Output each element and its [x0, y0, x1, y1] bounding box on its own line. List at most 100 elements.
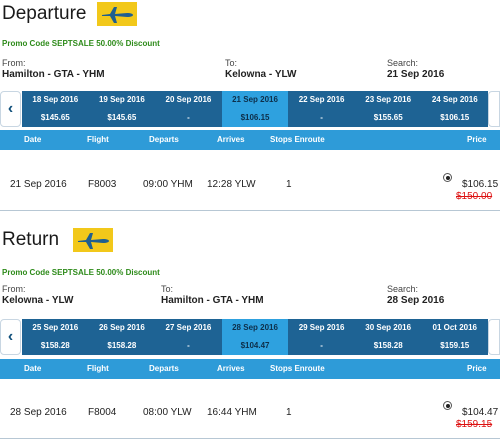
- date-price: $145.65: [107, 113, 137, 122]
- date-selector: ‹ 18 Sep 2016 $145.65 19 Sep 2016 $145.65 …: [0, 91, 500, 127]
- to-label: To:: [225, 58, 238, 68]
- flight-price: $104.47: [462, 407, 499, 418]
- promo-text: Promo Code SEPTSALE 50.00% Discount: [2, 39, 160, 48]
- to-value: Kelowna - YLW: [225, 69, 297, 80]
- flight-number: F8003: [88, 179, 117, 190]
- date-options: 25 Sep 2016 $158.28 26 Sep 2016 $158.28 27…: [22, 319, 488, 355]
- col-stops: Stops Enroute: [270, 135, 325, 144]
- airplane-icon: [97, 2, 137, 26]
- departure-header: Departure: [0, 0, 500, 34]
- promo-text: Promo Code SEPTSALE 50.00% Discount: [2, 268, 160, 277]
- from-label: From:: [2, 58, 26, 68]
- departure-title: Departure: [2, 3, 87, 24]
- search-value: 28 Sep 2016: [387, 295, 445, 306]
- date-option-selected[interactable]: 21 Sep 2016 $106.15: [221, 91, 289, 127]
- date-option[interactable]: 19 Sep 2016 $145.65: [89, 91, 156, 127]
- chevron-left-icon[interactable]: ‹: [0, 319, 21, 355]
- chevron-right-icon[interactable]: [488, 91, 500, 127]
- date-option[interactable]: 22 Sep 2016 -: [288, 91, 355, 127]
- date-option[interactable]: 20 Sep 2016 -: [155, 91, 222, 127]
- select-flight-radio[interactable]: [443, 401, 452, 410]
- date-price: $145.65: [40, 113, 70, 122]
- date-price: $158.28: [40, 341, 70, 350]
- date-option[interactable]: 26 Sep 2016 $158.28: [89, 319, 156, 355]
- flight-row[interactable]: 21 Sep 2016 F8003 09:00 YHM 12:28 YLW 1 …: [0, 161, 500, 211]
- flight-old-price: $150.00: [456, 191, 493, 202]
- date-price: $104.47: [240, 341, 270, 350]
- date-option[interactable]: 29 Sep 2016 -: [288, 319, 355, 355]
- select-flight-radio[interactable]: [443, 173, 452, 182]
- date-label: 29 Sep 2016: [298, 323, 345, 332]
- chevron-right-icon[interactable]: [488, 319, 500, 355]
- to-label: To:: [161, 284, 174, 294]
- flight-departs: 09:00 YHM: [143, 179, 193, 190]
- date-label: 21 Sep 2016: [232, 95, 278, 104]
- date-price: $106.15: [240, 113, 270, 122]
- date-label: 25 Sep 2016: [32, 323, 79, 332]
- return-title: Return: [2, 229, 60, 250]
- col-date: Date: [24, 135, 42, 144]
- flight-old-price: $159.15: [456, 419, 493, 430]
- date-price: -: [320, 341, 323, 350]
- date-option[interactable]: 27 Sep 2016 -: [155, 319, 222, 355]
- date-options: 18 Sep 2016 $145.65 19 Sep 2016 $145.65 20…: [22, 91, 488, 127]
- col-date: Date: [24, 364, 42, 373]
- date-option[interactable]: 25 Sep 2016 $158.28: [22, 319, 89, 355]
- col-departs: Departs: [149, 135, 179, 144]
- to-block: To: Kelowna - YLW: [225, 58, 297, 80]
- airplane-icon: [73, 228, 113, 252]
- col-flight: Flight: [87, 135, 109, 144]
- route-info: From: Kelowna - YLW To: Hamilton - GTA -…: [0, 284, 500, 310]
- col-departs: Departs: [149, 364, 179, 373]
- flight-price: $106.15: [462, 179, 499, 190]
- chevron-left-icon[interactable]: ‹: [0, 91, 21, 127]
- col-stops: Stops Enroute: [270, 364, 325, 373]
- date-label: 27 Sep 2016: [165, 323, 212, 332]
- flight-row[interactable]: 28 Sep 2016 F8004 08:00 YLW 16:44 YHM 1 …: [0, 389, 500, 439]
- date-option[interactable]: 18 Sep 2016 $145.65: [22, 91, 89, 127]
- flight-date: 21 Sep 2016: [10, 179, 67, 190]
- search-value: 21 Sep 2016: [387, 69, 445, 80]
- date-option-selected[interactable]: 28 Sep 2016 $104.47: [221, 319, 289, 355]
- search-label: Search:: [387, 284, 419, 294]
- date-label: 22 Sep 2016: [298, 95, 345, 104]
- to-block: To: Hamilton - GTA - YHM: [161, 284, 264, 306]
- return-section: Return Promo Code SEPTSALE 50.00% Discou…: [0, 226, 500, 439]
- date-label: 23 Sep 2016: [365, 95, 412, 104]
- return-header: Return: [0, 226, 500, 260]
- col-price: Price: [467, 364, 487, 373]
- date-label: 30 Sep 2016: [365, 323, 412, 332]
- date-label: 28 Sep 2016: [232, 323, 278, 332]
- from-value: Hamilton - GTA - YHM: [2, 69, 105, 80]
- date-option[interactable]: 24 Sep 2016 $106.15: [421, 91, 488, 127]
- date-option[interactable]: 30 Sep 2016 $158.28: [355, 319, 422, 355]
- date-price: -: [320, 113, 323, 122]
- date-label: 20 Sep 2016: [165, 95, 212, 104]
- from-block: From: Kelowna - YLW: [2, 284, 74, 306]
- from-label: From:: [2, 284, 26, 294]
- route-info: From: Hamilton - GTA - YHM To: Kelowna -…: [0, 58, 500, 84]
- search-block: Search: 28 Sep 2016: [387, 284, 444, 306]
- date-selector: ‹ 25 Sep 2016 $158.28 26 Sep 2016 $158.28 …: [0, 319, 500, 355]
- flight-stops: 1: [286, 407, 292, 418]
- col-arrives: Arrives: [217, 364, 245, 373]
- results-column-header: Date Flight Departs Arrives Stops Enrout…: [0, 130, 500, 150]
- from-block: From: Hamilton - GTA - YHM: [2, 58, 105, 80]
- flight-number: F8004: [88, 407, 117, 418]
- date-label: 01 Oct 2016: [432, 323, 477, 332]
- date-price: -: [187, 341, 190, 350]
- date-price: $158.28: [373, 341, 403, 350]
- flight-date: 28 Sep 2016: [10, 407, 67, 418]
- col-arrives: Arrives: [217, 135, 245, 144]
- results-column-header: Date Flight Departs Arrives Stops Enrout…: [0, 359, 500, 379]
- date-label: 18 Sep 2016: [32, 95, 79, 104]
- flight-departs: 08:00 YLW: [143, 407, 192, 418]
- departure-section: Departure Promo Code SEPTSALE 50.00% Dis…: [0, 0, 500, 211]
- search-block: Search: 21 Sep 2016: [387, 58, 444, 80]
- date-option[interactable]: 01 Oct 2016 $159.15: [421, 319, 488, 355]
- date-option[interactable]: 23 Sep 2016 $155.65: [355, 91, 422, 127]
- date-label: 24 Sep 2016: [431, 95, 478, 104]
- col-price: Price: [467, 135, 487, 144]
- search-label: Search:: [387, 58, 419, 68]
- flight-arrives: 12:28 YLW: [207, 179, 256, 190]
